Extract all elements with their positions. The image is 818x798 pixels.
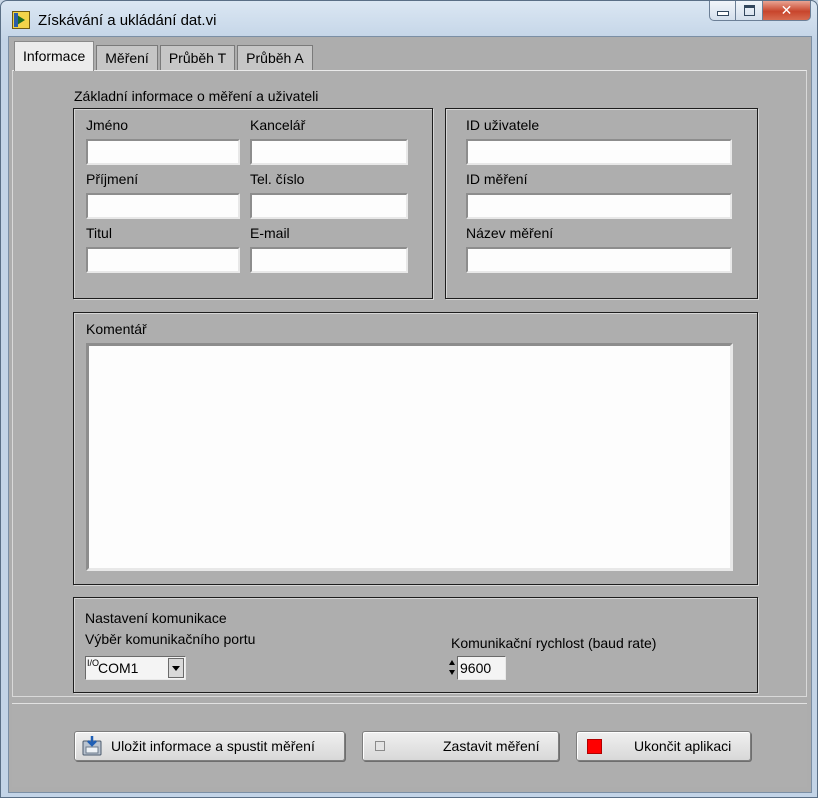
section-title: Základní informace o měření a uživateli (74, 88, 319, 104)
communication-title: Nastavení komunikace (85, 610, 227, 626)
phone-label: Tel. číslo (250, 171, 305, 187)
tab-prubeh-t[interactable]: Průběh T (159, 45, 236, 71)
port-selection-label: Výběr komunikačního portu (85, 631, 256, 647)
title-bar[interactable]: Získávání a ukládání dat.vi ✕ (1, 1, 817, 35)
close-icon: ✕ (780, 2, 793, 18)
email-label: E-mail (250, 225, 290, 241)
tab-prubeh-a[interactable]: Průběh A (237, 45, 313, 71)
user-info-group: Jméno Kancelář Příjmení Tel. číslo Titul… (73, 108, 433, 299)
title-field[interactable] (86, 247, 240, 273)
maximize-icon (743, 5, 755, 16)
stop-measurement-label: Zastavit měření (443, 738, 540, 754)
informace-tab-panel: Základní informace o měření a uživateli … (12, 70, 807, 697)
quit-indicator-icon (587, 739, 602, 754)
maximize-button[interactable] (736, 1, 763, 21)
labview-vi-icon (12, 11, 30, 29)
minimize-button[interactable] (709, 1, 736, 21)
first-name-field[interactable] (86, 139, 240, 165)
window-title: Získávání a ukládání dat.vi (38, 12, 217, 29)
chevron-down-icon[interactable] (168, 658, 184, 678)
minimize-icon (716, 11, 729, 16)
title-label: Titul (86, 225, 112, 241)
quit-application-label: Ukončit aplikaci (634, 738, 732, 754)
comment-textarea[interactable] (86, 343, 733, 571)
window-controls: ✕ (709, 1, 811, 23)
tab-mereni[interactable]: Měření (96, 45, 158, 71)
vi-front-panel: Informace Měření Průběh T Průběh A Zákla… (8, 36, 812, 793)
user-id-label: ID uživatele (466, 117, 540, 133)
action-bar: Uložit informace a spustit měření Zastav… (12, 703, 807, 787)
last-name-label: Příjmení (86, 171, 139, 187)
measurement-name-label: Název měření (466, 225, 554, 241)
tab-bar: Informace Měření Průběh T Průběh A (14, 41, 315, 71)
close-button[interactable]: ✕ (763, 1, 811, 21)
tab-informace[interactable]: Informace (14, 41, 95, 71)
stop-indicator-icon (375, 741, 385, 751)
save-and-start-button[interactable]: Uložit informace a spustit měření (74, 731, 345, 761)
baud-rate-spinner[interactable] (448, 656, 457, 680)
comment-group: Komentář (73, 312, 758, 585)
email-field[interactable] (250, 247, 408, 273)
measurement-name-field[interactable] (466, 247, 732, 273)
save-to-disk-icon (82, 736, 102, 756)
last-name-field[interactable] (86, 193, 240, 219)
office-label: Kancelář (250, 117, 306, 133)
user-id-field[interactable] (466, 139, 732, 165)
application-window: Získávání a ukládání dat.vi ✕ Informace … (0, 0, 818, 798)
communication-settings-group: Nastavení komunikace Výběr komunikačního… (73, 597, 758, 693)
baud-rate-label: Komunikační rychlost (baud rate) (451, 635, 657, 651)
phone-field[interactable] (250, 193, 408, 219)
baud-rate-input[interactable]: 9600 (457, 656, 506, 680)
measurement-id-label: ID měření (466, 171, 528, 187)
port-select-value: COM1 (98, 660, 139, 676)
measurement-id-field[interactable] (466, 193, 732, 219)
comment-label: Komentář (86, 321, 147, 337)
increment-arrow-icon[interactable] (449, 660, 455, 665)
quit-application-button[interactable]: Ukončit aplikaci (576, 731, 751, 761)
measurement-id-group: ID uživatele ID měření Název měření (445, 108, 758, 299)
decrement-arrow-icon[interactable] (449, 670, 455, 675)
office-field[interactable] (250, 139, 408, 165)
stop-measurement-button[interactable]: Zastavit měření (362, 731, 559, 761)
io-resource-icon: I/O (87, 658, 100, 668)
first-name-label: Jméno (86, 117, 129, 133)
port-select[interactable]: I/O COM1 (85, 656, 186, 680)
save-and-start-label: Uložit informace a spustit měření (111, 738, 315, 754)
